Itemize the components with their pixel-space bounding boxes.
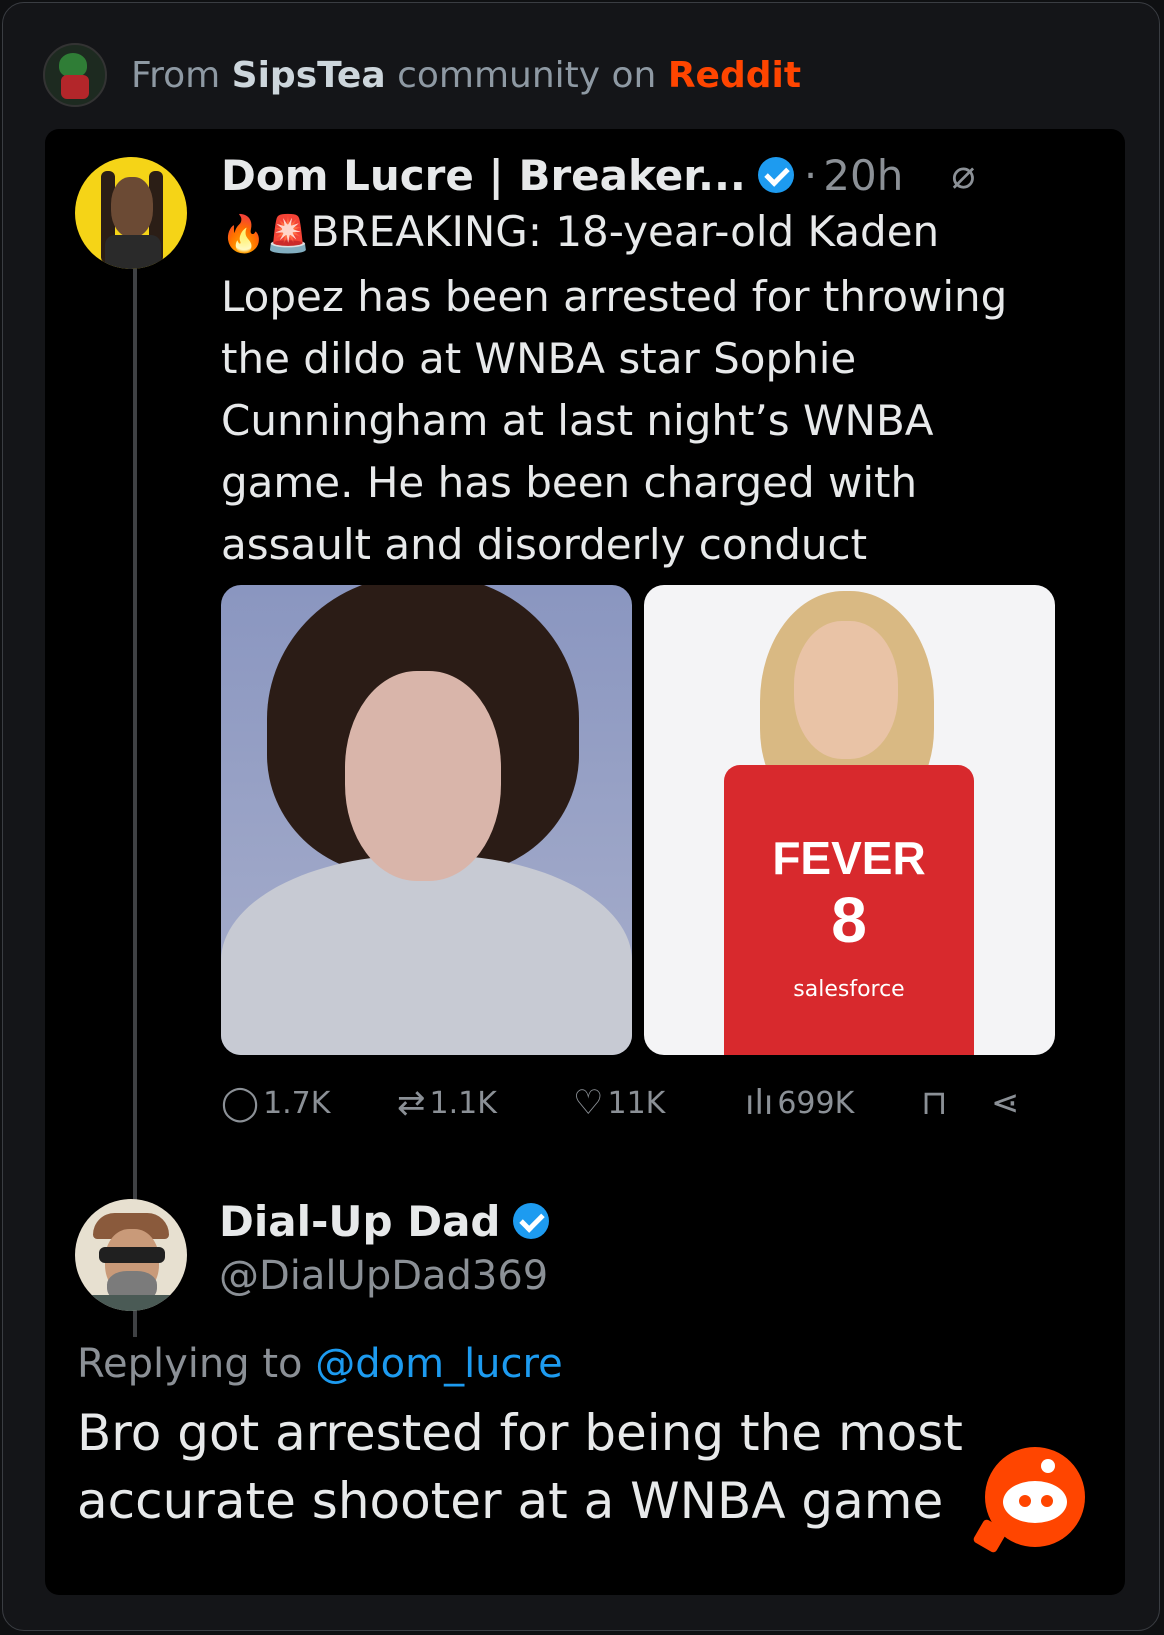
repost-count: 1.1K [429, 1085, 497, 1121]
reply-author-name[interactable]: Dial-Up Dad [219, 1197, 501, 1246]
reddit-embed-card: From SipsTea community on Reddit Dom Luc… [2, 2, 1160, 1631]
emoji-lead: 🔥🚨 [221, 214, 311, 255]
reply-header: Dial-Up Dad [219, 1191, 549, 1251]
reddit-brand[interactable]: Reddit [668, 55, 801, 96]
reply-count: 1.7K [263, 1085, 331, 1121]
source-line: From SipsTea community on Reddit [43, 43, 801, 107]
reply-author-handle[interactable]: @DialUpDad369 [219, 1253, 548, 1299]
author-avatar[interactable] [75, 157, 187, 269]
community-name[interactable]: SipsTea [232, 55, 386, 96]
jersey-team: FEVER [772, 832, 926, 884]
reply-text: Bro got arrested for being the most accu… [77, 1404, 963, 1530]
reddit-logo-icon [972, 1447, 1085, 1554]
mugshot-image[interactable] [221, 585, 632, 1055]
like-count: 11K [607, 1085, 666, 1121]
grok-icon[interactable]: ⌀ [951, 152, 975, 198]
mention-link[interactable]: @dom_lucre [315, 1341, 562, 1387]
separator-dot: · [803, 150, 818, 200]
tweet-header: Dom Lucre | Breaker... · 20h ⌀ [221, 147, 975, 203]
reply-icon: ◯ [221, 1083, 260, 1123]
tweet-body: 🔥🚨BREAKING: 18-year-old Kaden Lopez has … [221, 201, 1041, 576]
source-prefix: From [131, 54, 221, 96]
like-button[interactable]: ♡ 11K [573, 1081, 665, 1125]
source-middle: community on [397, 54, 657, 96]
verified-icon [757, 157, 794, 193]
jersey: FEVER 8 salesforce [724, 765, 974, 1055]
share-button[interactable]: ⋖ [991, 1081, 1024, 1125]
bookmark-icon: ⊓ [921, 1083, 948, 1123]
like-icon: ♡ [573, 1083, 604, 1123]
bookmark-button[interactable]: ⊓ [921, 1081, 952, 1125]
jersey-number: 8 [831, 884, 867, 956]
tweet-screenshot: Dom Lucre | Breaker... · 20h ⌀ 🔥🚨BREAKIN… [45, 129, 1125, 1595]
jersey-sponsor: salesforce [793, 977, 905, 1002]
replying-to-line: Replying to @dom_lucre [77, 1341, 563, 1387]
tweet-text: BREAKING: 18-year-old Kaden Lopez has be… [221, 207, 1008, 569]
author-name[interactable]: Dom Lucre | Breaker... [221, 151, 746, 200]
player-image[interactable]: FEVER 8 salesforce [644, 585, 1055, 1055]
tweet-media[interactable]: FEVER 8 salesforce [221, 585, 1055, 1055]
views-button[interactable]: ılı 699K [745, 1081, 854, 1125]
thread-line [133, 267, 137, 1337]
reply-author-avatar[interactable] [75, 1199, 187, 1311]
community-avatar[interactable] [43, 43, 107, 107]
tweet-time[interactable]: 20h [823, 151, 903, 200]
reply-button[interactable]: ◯ 1.7K [221, 1081, 330, 1125]
verified-icon [512, 1203, 549, 1239]
replying-prefix: Replying to [77, 1341, 303, 1387]
views-icon: ılı [745, 1083, 774, 1123]
share-icon: ⋖ [991, 1083, 1020, 1123]
repost-button[interactable]: ⇄ 1.1K [397, 1081, 497, 1125]
views-count: 699K [777, 1085, 855, 1121]
tweet-actions: ◯ 1.7K ⇄ 1.1K ♡ 11K ılı 699K ⊓ ⋖ [221, 1081, 1101, 1125]
repost-icon: ⇄ [397, 1083, 426, 1123]
